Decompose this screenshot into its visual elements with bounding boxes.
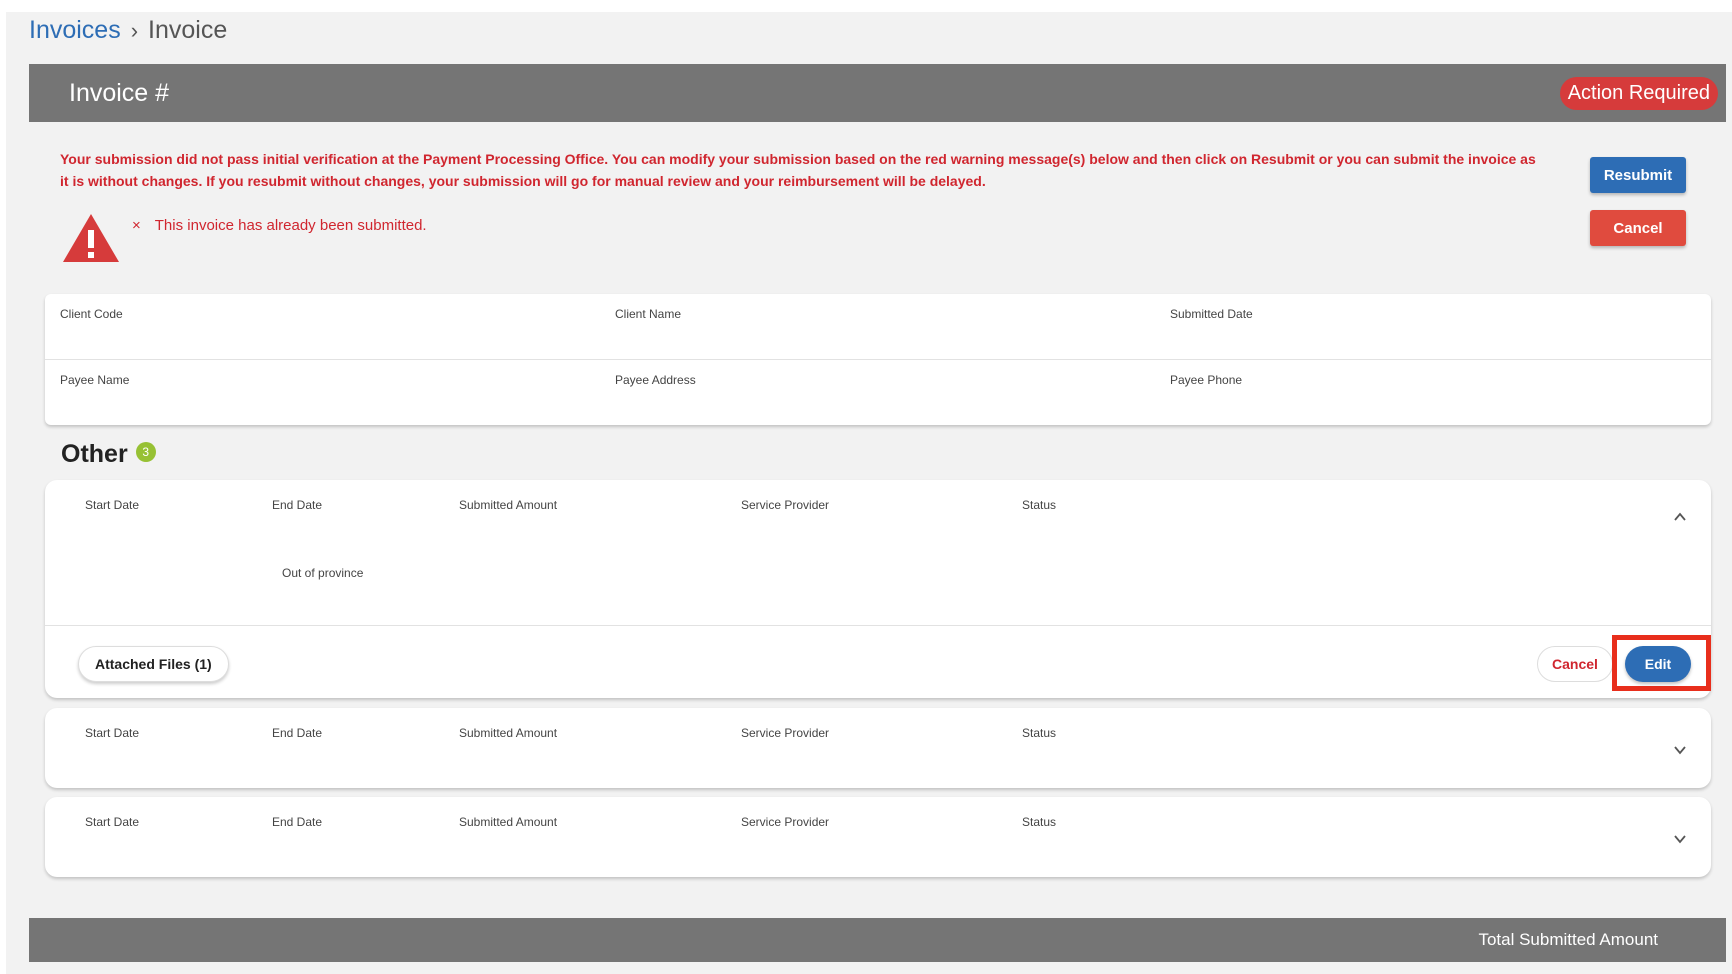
status-label: Status: [1022, 498, 1057, 512]
submitted-date-label: Submitted Date: [1170, 307, 1253, 321]
status-badge: Action Required: [1559, 76, 1718, 110]
submitted-amount-label: Submitted Amount: [459, 498, 558, 512]
total-submitted-amount-label: Total Submitted Amount: [1478, 930, 1658, 949]
resubmit-button[interactable]: Resubmit: [1590, 157, 1686, 193]
category-value: Out of province: [282, 566, 364, 580]
client-info-row: Client Code Client Name Submitted Date: [45, 294, 1711, 360]
payee-name-label: Payee Name: [60, 373, 130, 387]
payee-address-label: Payee Address: [615, 373, 696, 387]
service-provider-label: Service Provider: [741, 815, 830, 829]
edit-button[interactable]: Edit: [1625, 646, 1691, 682]
client-code-label: Client Code: [60, 307, 123, 321]
error-x-icon: ×: [132, 217, 141, 234]
service-provider-label: Service Provider: [741, 498, 830, 512]
error-message: × This invoice has already been submitte…: [132, 217, 427, 234]
chevron-down-icon[interactable]: [1673, 743, 1687, 757]
client-name-label: Client Name: [615, 307, 682, 321]
submitted-amount-label: Submitted Amount: [459, 726, 558, 740]
invoice-details-card: Client Code Client Name Submitted Date P…: [45, 294, 1711, 425]
card-divider: [45, 625, 1711, 626]
line-item-card[interactable]: Start Date End Date Submitted Amount Ser…: [45, 480, 1711, 698]
start-date-label: Start Date: [85, 726, 140, 740]
submitted-amount-label: Submitted Amount: [459, 815, 558, 829]
end-date-label: End Date: [272, 726, 323, 740]
chevron-up-icon[interactable]: [1673, 510, 1687, 524]
verification-alert-message: Your submission did not pass initial ver…: [60, 151, 1536, 189]
breadcrumb-invoices-link[interactable]: Invoices: [29, 16, 121, 45]
payee-info-row: Payee Name Payee Address Payee Phone: [45, 360, 1711, 426]
cancel-submission-button[interactable]: Cancel: [1590, 210, 1686, 246]
breadcrumb: Invoices › Invoice: [29, 16, 227, 45]
end-date-label: End Date: [272, 815, 323, 829]
attached-files-button[interactable]: Attached Files (1): [78, 646, 229, 682]
section-title-text: Other: [61, 440, 128, 468]
warning-triangle-icon: [63, 214, 119, 262]
invoice-header: Invoice # Action Required: [29, 64, 1726, 122]
breadcrumb-chevron-icon: ›: [130, 17, 139, 43]
cancel-line-item-button[interactable]: Cancel: [1537, 646, 1613, 682]
start-date-label: Start Date: [85, 815, 140, 829]
service-provider-label: Service Provider: [741, 726, 830, 740]
invoice-title: Invoice #: [69, 78, 170, 107]
start-date-label: Start Date: [85, 498, 140, 512]
line-item-card[interactable]: Start Date End Date Submitted Amount Ser…: [45, 797, 1711, 877]
item-count-badge: 3: [135, 441, 156, 462]
section-title: Other 3: [61, 440, 156, 469]
total-footer-bar: Total Submitted Amount: [29, 918, 1726, 962]
end-date-label: End Date: [272, 498, 323, 512]
payee-phone-label: Payee Phone: [1170, 373, 1243, 387]
breadcrumb-current: Invoice: [148, 16, 228, 44]
line-item-card[interactable]: Start Date End Date Submitted Amount Ser…: [45, 708, 1711, 788]
error-message-text: This invoice has already been submitted.: [154, 217, 427, 234]
chevron-down-icon[interactable]: [1673, 832, 1687, 846]
status-label: Status: [1022, 726, 1057, 740]
status-label: Status: [1022, 815, 1057, 829]
